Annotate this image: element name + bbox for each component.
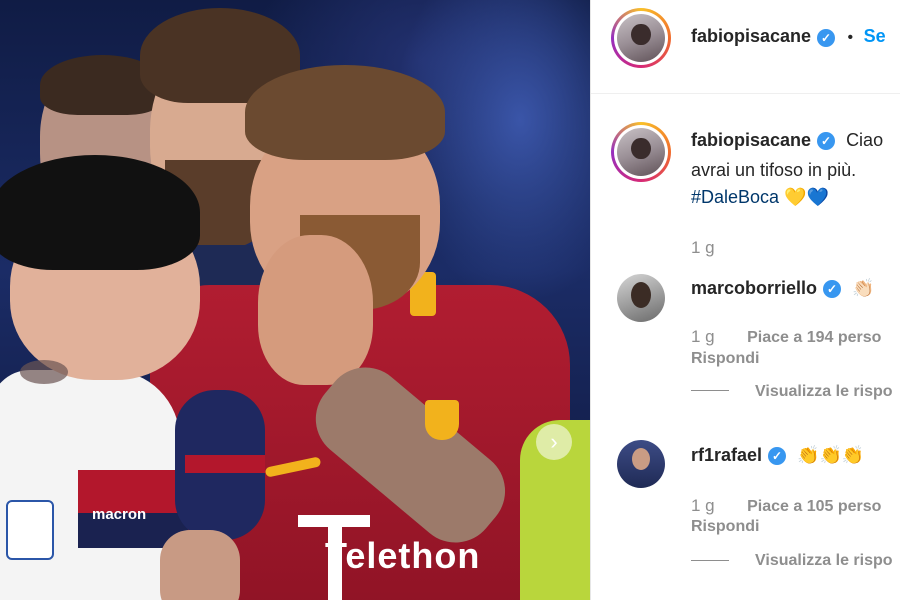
comment-2: rf1rafael ✓ 👏👏👏 — [691, 445, 864, 466]
comment-time: 1 g — [691, 496, 715, 515]
comment-username[interactable]: marcoborriello — [691, 278, 817, 298]
header-username[interactable]: fabiopisacane — [691, 26, 811, 46]
comment-reply-button[interactable]: Rispondi — [691, 350, 759, 368]
verified-badge-icon: ✓ — [817, 132, 836, 151]
verified-badge-icon: ✓ — [817, 28, 836, 47]
caption-line-3: #DaleBoca 💛💙 — [691, 187, 829, 208]
comment-1-meta: 1 g Piace a 194 perso — [691, 327, 881, 347]
player-hair — [245, 65, 445, 160]
comment-reply-button[interactable]: Rispondi — [691, 518, 759, 536]
comment-2-meta: 1 g Piace a 105 perso — [691, 496, 881, 516]
caption-emojis: 💛💙 — [784, 187, 829, 207]
replies-line — [691, 390, 729, 391]
caption-username[interactable]: fabiopisacane — [691, 130, 811, 150]
view-replies-button[interactable]: Visualizza le rispo — [755, 383, 893, 401]
opponent-glove-cuff — [185, 455, 265, 473]
comment-text: 👏👏👏 — [797, 445, 865, 465]
header-separator: • — [847, 29, 854, 46]
comment-time: 1 g — [691, 327, 715, 346]
comment-avatar-marcoborriello[interactable] — [617, 274, 665, 322]
view-replies-button[interactable]: Visualizza le rispo — [755, 552, 893, 570]
header-avatar[interactable] — [611, 8, 671, 68]
caption-hashtag[interactable]: #DaleBoca — [691, 187, 779, 207]
replies-line — [691, 560, 729, 561]
caption-time: 1 g — [691, 238, 715, 257]
comment-likes[interactable]: Piace a 194 perso — [747, 329, 881, 346]
caption-line-1: fabiopisacane ✓ Ciao — [691, 130, 883, 151]
comment-text: 👏🏻 — [852, 278, 875, 298]
follow-button[interactable]: Se — [864, 26, 886, 46]
caption-text-start: Ciao — [846, 130, 884, 150]
comment-1: marcoborriello ✓ 👏🏻 — [691, 278, 874, 299]
caption-avatar[interactable] — [611, 122, 671, 182]
opponent-neck-tattoo — [20, 360, 68, 384]
opponent-hair — [0, 155, 200, 270]
player-hand — [258, 235, 373, 385]
serie-a-badge — [6, 500, 54, 560]
opponent-arm — [160, 530, 240, 600]
caption-line-2: avrai un tifoso in più. — [691, 160, 857, 180]
comment-likes[interactable]: Piace a 105 perso — [747, 498, 881, 515]
verified-badge-icon: ✓ — [823, 280, 842, 299]
photo-next-arrow-icon[interactable]: › — [536, 424, 572, 460]
roma-crest — [425, 400, 459, 440]
post-side-panel: fabiopisacane ✓ • Se fabiopisacane ✓ Ciao … — [590, 0, 900, 600]
verified-badge-icon: ✓ — [768, 447, 787, 466]
post-photo[interactable]: Telethon macron › — [0, 0, 590, 600]
post-header: fabiopisacane ✓ • Se — [691, 26, 886, 47]
opponent-kit-brand: macron — [92, 506, 147, 523]
comment-username[interactable]: rf1rafael — [691, 445, 762, 465]
comment-avatar-rf1rafael[interactable] — [617, 440, 665, 488]
sponsor-logo — [298, 515, 370, 600]
header-divider — [591, 93, 900, 94]
